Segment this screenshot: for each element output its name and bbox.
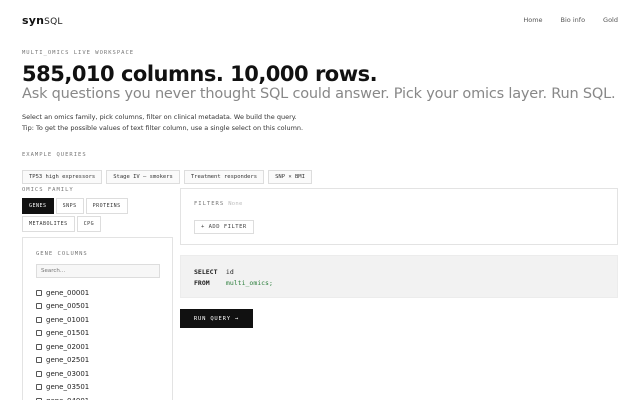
example-chip-snp-bmi[interactable]: SNP × BMI [268,170,312,184]
family-button-genes[interactable]: GENES [22,198,54,214]
filters-count: None [228,201,243,207]
gene-item[interactable]: gene_00001 [36,286,89,300]
filters-label: FILTERS [194,201,225,207]
logo[interactable]: synSQL [22,14,63,27]
sql-select-columns: id [225,268,234,276]
gene-item[interactable]: gene_03001 [36,367,89,381]
page-subtitle: Ask questions you never thought SQL coul… [22,86,616,102]
hero-eyebrow: MULTI_OMICS LIVE WORKSPACE [22,50,135,56]
gene-label: gene_02001 [46,342,90,351]
example-chip-tp53[interactable]: TP53 high expressors [22,170,103,184]
family-button-cpg[interactable]: CPG [76,216,102,232]
description-line: Select an omics family, pick columns, fi… [22,113,297,121]
gene-label: gene_01001 [46,315,90,324]
example-queries: TP53 high expressors Stage IV – smokers … [22,170,312,184]
gene-columns-panel: GENE COLUMNS gene_00001 gene_00501 gene_… [22,237,173,400]
checkbox[interactable] [36,384,42,391]
gene-item[interactable]: gene_04001 [36,394,89,400]
example-chip-responders[interactable]: Treatment responders [183,170,265,184]
gene-label: gene_02501 [46,356,90,365]
nav-link-bio-info[interactable]: Bio info [561,16,586,24]
gene-item[interactable]: gene_02501 [36,354,89,368]
family-button-snps[interactable]: SNPS [55,198,84,214]
gene-item[interactable]: gene_00501 [36,300,89,314]
sql-keyword-select: SELECT [194,268,218,276]
gene-columns-title: GENE COLUMNS [36,251,88,257]
nav-links: Home Bio info Gold [523,16,618,24]
gene-label: gene_00501 [46,302,90,311]
filters-title: FILTERS None [194,201,243,207]
gene-item[interactable]: gene_03501 [36,381,89,395]
checkbox[interactable] [36,330,42,337]
gene-list: gene_00001 gene_00501 gene_01001 gene_01… [36,286,89,400]
checkbox[interactable] [36,303,42,310]
family-button-metabolites[interactable]: METABOLITES [22,216,75,232]
gene-item[interactable]: gene_02001 [36,340,89,354]
logo-main: syn [22,14,45,27]
top-nav: synSQL Home Bio info Gold [22,14,618,30]
gene-label: gene_03001 [46,369,90,378]
sql-preview: SELECT id FROM multi_omics; [180,255,618,298]
gene-label: gene_00001 [46,288,90,297]
checkbox[interactable] [36,289,42,296]
sql-keyword-from: FROM [194,279,210,287]
nav-link-home[interactable]: Home [523,16,542,24]
omics-family-label: OMICS FAMILY [22,187,74,193]
logo-sql: SQL [44,17,63,27]
nav-link-gold[interactable]: Gold [603,16,618,24]
example-chip-stage-iv[interactable]: Stage IV – smokers [106,170,180,184]
gene-item[interactable]: gene_01001 [36,313,89,327]
gene-label: gene_03501 [46,383,90,392]
add-filter-button[interactable]: + ADD FILTER [194,220,254,234]
hero-description: Select an omics family, pick columns, fi… [22,112,303,134]
checkbox[interactable] [36,370,42,377]
sql-table-name: multi_omics; [225,279,273,287]
checkbox[interactable] [36,316,42,323]
example-queries-label: EXAMPLE QUERIES [22,152,87,158]
filters-panel: FILTERS None + ADD FILTER [180,188,618,245]
gene-item[interactable]: gene_01501 [36,327,89,341]
omics-family-selector: GENES SNPS PROTEINS METABOLITES CPG [22,198,142,232]
page-title: 585,010 columns. 10,000 rows. [22,62,378,86]
sql-line-select: SELECT id [194,267,604,278]
family-button-proteins[interactable]: PROTEINS [85,198,128,214]
checkbox[interactable] [36,357,42,364]
checkbox[interactable] [36,343,42,350]
run-query-button[interactable]: RUN QUERY → [180,309,253,328]
gene-label: gene_01501 [46,329,90,338]
sql-line-from: FROM multi_omics; [194,278,604,289]
gene-search-input[interactable] [36,264,160,278]
tip-line: Tip: To get the possible values of text … [22,124,304,132]
